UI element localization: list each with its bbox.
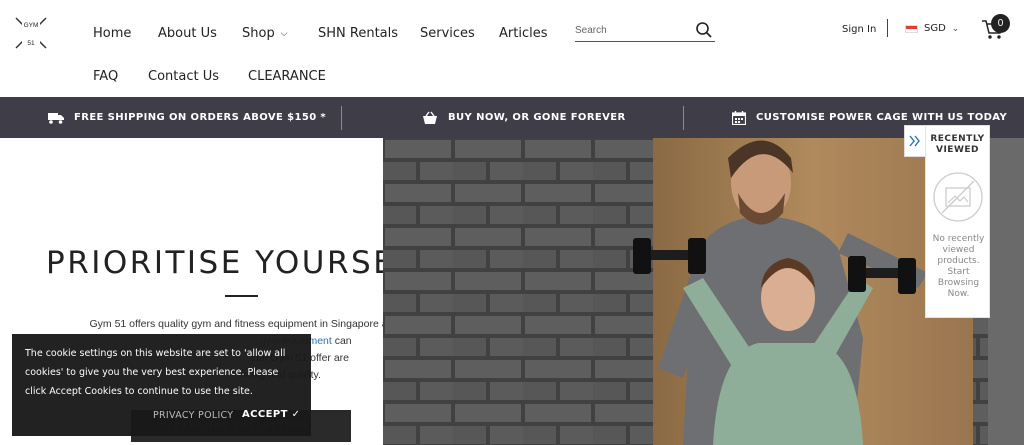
nav-home[interactable]: Home: [93, 26, 131, 41]
divider: [887, 19, 888, 37]
nav-shop-label: Shop: [242, 26, 275, 41]
promo-bar: FREE SHIPPING ON ORDERS ABOVE $150 * BUY…: [0, 97, 1024, 138]
currency-selector[interactable]: SGD ⌄: [905, 23, 959, 34]
recently-viewed-panel: RECENTLY VIEWED No recently viewed produ…: [925, 125, 990, 318]
nav-clearance[interactable]: CLEARANCE: [248, 69, 326, 84]
promo-customise-label: CUSTOMISE POWER CAGE WITH US TODAY: [756, 112, 1008, 123]
gym51-logo[interactable]: GYM 51: [12, 14, 50, 52]
recently-viewed-message: No recently viewed products. Start Brows…: [932, 234, 985, 299]
nav-shop[interactable]: Shop ⌵: [242, 26, 288, 41]
nav-articles[interactable]: Articles: [499, 26, 547, 41]
nav-about-us[interactable]: About Us: [158, 26, 217, 41]
hero-desc-line: Gym 51 offers quality gym and fitness eq…: [89, 318, 391, 330]
search-box: [575, 20, 715, 42]
nav-shn-rentals[interactable]: SHN Rentals: [318, 26, 398, 41]
svg-text:51: 51: [27, 40, 35, 47]
accept-cookies-button[interactable]: ACCEPT ✓: [242, 409, 300, 420]
no-image-icon: [933, 172, 983, 222]
cookie-message: The cookie settings on this website are …: [25, 348, 286, 397]
double-chevron-right-icon: [909, 135, 920, 147]
chevron-down-icon: ⌄: [951, 23, 960, 34]
promo-buy-now-label: BUY NOW, OR GONE FOREVER: [448, 112, 626, 123]
basket-icon: [423, 111, 437, 124]
promo-shipping[interactable]: FREE SHIPPING ON ORDERS ABOVE $150 *: [48, 97, 326, 138]
site-header: GYM 51 Home About Us Shop ⌵ SHN Rentals S…: [0, 0, 1024, 97]
recently-viewed-title: RECENTLY VIEWED: [930, 134, 985, 155]
recently-viewed-toggle[interactable]: [904, 125, 926, 157]
privacy-policy-link[interactable]: PRIVACY POLICY: [153, 410, 233, 421]
nav-contact-us[interactable]: Contact Us: [148, 69, 219, 84]
promo-shipping-label: FREE SHIPPING ON ORDERS ABOVE $150 *: [74, 112, 327, 123]
divider: [341, 106, 342, 130]
cart-count-badge: 0: [991, 14, 1010, 33]
nav-services[interactable]: Services: [420, 26, 475, 41]
hero-divider: [225, 295, 258, 297]
divider: [683, 106, 684, 130]
chevron-down-icon: ⌵: [280, 29, 288, 39]
search-icon[interactable]: [695, 21, 713, 39]
promo-buy-now[interactable]: BUY NOW, OR GONE FOREVER: [422, 97, 626, 138]
truck-icon: [48, 112, 64, 124]
hero-title: PRIORITISE YOURSELF: [46, 245, 436, 281]
singapore-flag-icon: [905, 24, 918, 33]
calendar-icon: [732, 110, 746, 125]
sign-in-link[interactable]: Sign In: [842, 24, 876, 35]
currency-label: SGD: [924, 23, 946, 34]
nav-faq[interactable]: FAQ: [93, 69, 118, 84]
svg-text:GYM: GYM: [24, 22, 39, 29]
search-input[interactable]: [575, 20, 690, 41]
